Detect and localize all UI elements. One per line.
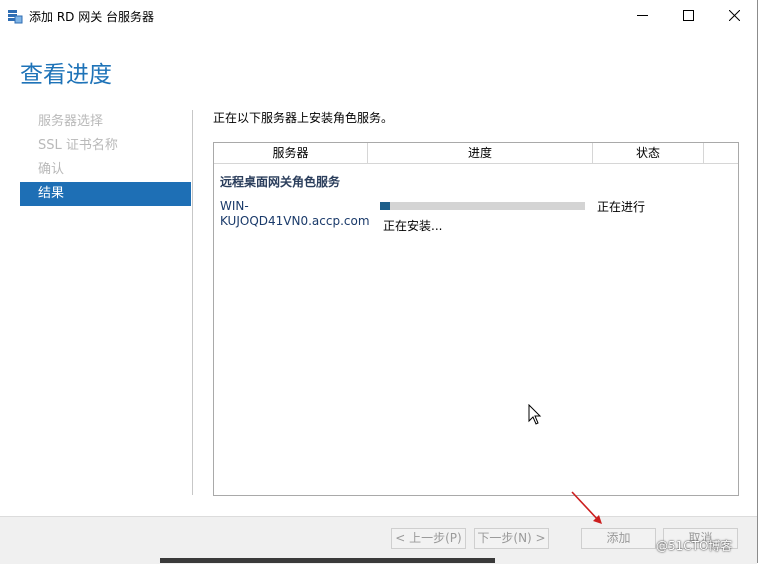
- dialog-window: 添加 RD 网关 台服务器 查看进度 服务器选择 SSL 证书名称 确认 结果 …: [0, 0, 758, 564]
- window-title: 添加 RD 网关 台服务器: [29, 10, 155, 24]
- nav-item-confirmation[interactable]: 确认: [20, 158, 191, 182]
- nav-divider: [192, 110, 193, 495]
- column-header-filler: [704, 143, 738, 164]
- nav-item-results[interactable]: 结果: [20, 182, 191, 206]
- column-header-server[interactable]: 服务器: [214, 143, 368, 164]
- minimize-icon: [636, 15, 648, 16]
- watermark-text: @51CTO博客: [656, 539, 733, 553]
- close-button[interactable]: [711, 0, 757, 31]
- mouse-cursor-icon: [528, 404, 542, 425]
- page-title: 查看进度: [20, 62, 112, 88]
- title-bar: 添加 RD 网关 台服务器: [0, 0, 757, 31]
- status-text: 正在进行: [597, 200, 646, 214]
- wizard-nav: 服务器选择 SSL 证书名称 确认 结果: [20, 110, 191, 206]
- server-manager-icon: [8, 10, 23, 24]
- maximize-icon: [682, 10, 694, 21]
- progress-bar: [380, 202, 585, 210]
- nav-item-server-selection[interactable]: 服务器选择: [20, 110, 191, 134]
- next-button[interactable]: 下一步(N) >: [474, 528, 549, 549]
- minimize-button[interactable]: [619, 0, 665, 31]
- nav-item-ssl-certificate[interactable]: SSL 证书名称: [20, 134, 191, 158]
- progress-table: 服务器 进度 状态 远程桌面网关角色服务 WIN-KUJOQD41VN0.acc…: [213, 142, 739, 496]
- column-header-progress[interactable]: 进度: [368, 143, 593, 164]
- maximize-button[interactable]: [665, 0, 711, 31]
- red-arrow-icon: [571, 491, 602, 524]
- group-label: 远程桌面网关角色服务: [220, 175, 341, 189]
- progress-label: 正在安装...: [383, 219, 443, 233]
- progress-bar-fill: [380, 202, 391, 210]
- previous-button[interactable]: < 上一步(P): [391, 528, 466, 549]
- taskbar-strip: [160, 558, 495, 563]
- add-button[interactable]: 添加: [581, 528, 656, 549]
- server-name: WIN-KUJOQD41VN0.accp.com: [220, 199, 370, 228]
- intro-text: 正在以下服务器上安装角色服务。: [213, 111, 394, 125]
- column-header-status[interactable]: 状态: [593, 143, 704, 164]
- close-icon: [728, 10, 740, 21]
- footer-bar: < 上一步(P) 下一步(N) > 添加 取消: [0, 516, 757, 564]
